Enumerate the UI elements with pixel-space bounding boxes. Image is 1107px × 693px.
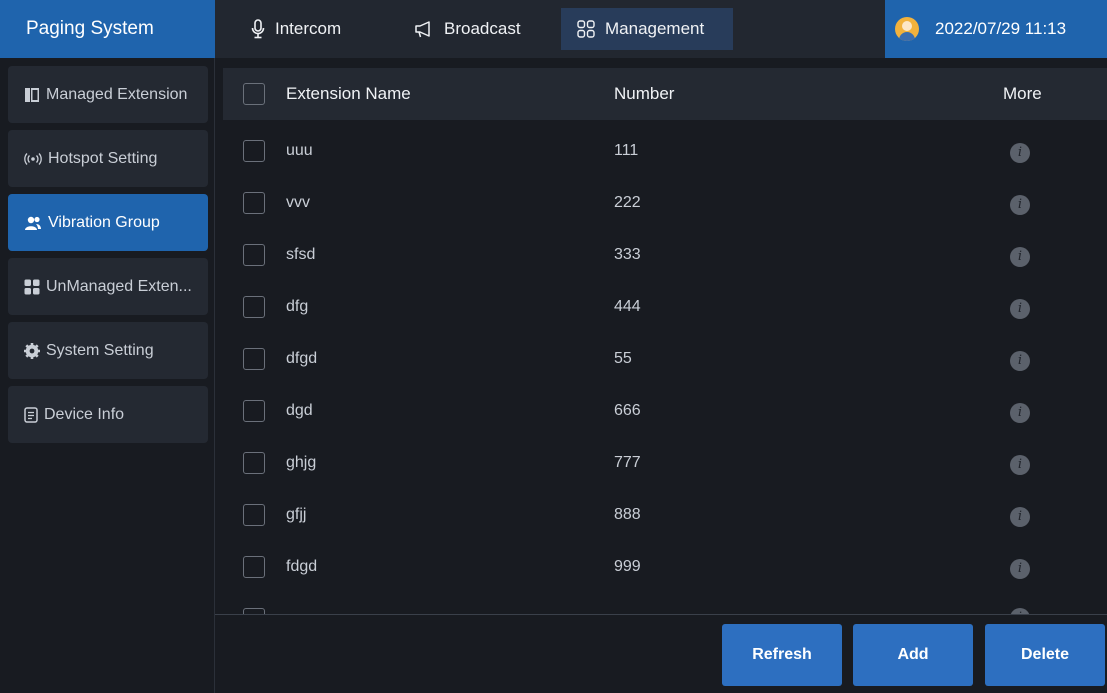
info-icon[interactable]: i (1010, 507, 1030, 527)
footer-divider (215, 614, 1107, 615)
table-header: Extension Name Number More (223, 68, 1107, 120)
refresh-button[interactable]: Refresh (722, 624, 842, 686)
sidebar-item-device-info[interactable]: Device Info (8, 386, 208, 443)
tab-management[interactable]: Management (561, 8, 733, 50)
table-row[interactable]: ghjg 777 i (223, 436, 1107, 490)
sidebar-item-label: Vibration Group (48, 213, 160, 231)
top-bar: Paging System Intercom Broadcast Managem… (0, 0, 1107, 58)
tab-intercom-label: Intercom (275, 19, 342, 38)
app-title: Paging System (0, 0, 215, 58)
column-more: More (1003, 84, 1042, 103)
gear-icon (24, 342, 40, 359)
row-checkbox[interactable] (243, 400, 265, 422)
extension-number: 888 (614, 506, 641, 523)
add-button[interactable]: Add (853, 624, 973, 686)
grid-icon (577, 20, 595, 38)
row-checkbox[interactable] (243, 296, 265, 318)
row-checkbox[interactable] (243, 192, 265, 214)
extension-number: 111 (614, 142, 639, 159)
extension-name: sfsd (286, 246, 316, 263)
microphone-icon (251, 19, 265, 39)
extension-name: uuu (286, 142, 313, 159)
table-row[interactable]: dfgd 55 i (223, 332, 1107, 386)
table-row[interactable]: dgd 666 i (223, 384, 1107, 438)
extension-number: 444 (614, 298, 641, 315)
extension-name: vvv (286, 194, 310, 211)
row-checkbox[interactable] (243, 556, 265, 578)
info-icon[interactable]: i (1010, 299, 1030, 319)
extension-number: 333 (614, 246, 641, 263)
extension-number: 666 (614, 402, 641, 419)
info-icon[interactable]: i (1010, 143, 1030, 163)
info-icon[interactable]: i (1010, 351, 1030, 371)
sidebar-item-label: Managed Extension (46, 85, 188, 103)
table-row[interactable]: gfjj 888 i (223, 488, 1107, 542)
info-icon[interactable]: i (1010, 247, 1030, 267)
avatar[interactable] (895, 17, 919, 41)
extension-number: 55 (614, 350, 632, 367)
sidebar-item-label: System Setting (46, 341, 154, 359)
row-checkbox[interactable] (243, 504, 265, 526)
sidebar-item-label: UnManaged Exten... (46, 277, 192, 295)
extension-number: 222 (614, 194, 641, 211)
extension-number: 999 (614, 558, 641, 575)
sidebar-item-label: Hotspot Setting (48, 149, 158, 167)
tab-intercom[interactable]: Intercom (235, 8, 385, 50)
book-icon (24, 87, 40, 103)
document-icon (24, 406, 38, 423)
extension-name: dgd (286, 402, 313, 419)
tab-broadcast-label: Broadcast (444, 19, 521, 38)
info-icon[interactable]: i (1010, 403, 1030, 423)
datetime: 2022/07/29 11:13 (935, 19, 1067, 38)
row-checkbox[interactable] (243, 140, 265, 162)
extension-name: gfjj (286, 506, 307, 523)
select-all-checkbox[interactable] (243, 83, 265, 105)
table-row[interactable]: vvv 222 i (223, 176, 1107, 230)
tab-broadcast[interactable]: Broadcast (398, 8, 558, 50)
info-icon[interactable]: i (1010, 195, 1030, 215)
grid-icon (24, 279, 40, 295)
sidebar-item-hotspot-setting[interactable]: Hotspot Setting (8, 130, 208, 187)
table-row[interactable]: sfsd 333 i (223, 228, 1107, 282)
sidebar-item-label: Device Info (44, 405, 125, 423)
table-row[interactable]: fdgd 999 i (223, 540, 1107, 594)
extension-list: uuu 111 i vvv 222 i sfsd 333 i dfg 444 i… (223, 120, 1107, 614)
table-row[interactable]: uuu 111 i (223, 124, 1107, 178)
extension-number: 777 (614, 454, 641, 471)
sidebar-item-system-setting[interactable]: System Setting (8, 322, 208, 379)
sidebar-item-managed-extension[interactable]: Managed Extension (8, 66, 208, 123)
table-row[interactable]: dfg 444 i (223, 280, 1107, 334)
sidebar-item-vibration-group[interactable]: Vibration Group (8, 194, 208, 251)
info-icon[interactable]: i (1010, 455, 1030, 475)
status-area: 2022/07/29 11:13 (885, 0, 1107, 58)
group-icon (24, 215, 42, 231)
row-checkbox[interactable] (243, 452, 265, 474)
extension-name: dfg (286, 298, 309, 315)
delete-button[interactable]: Delete (985, 624, 1105, 686)
sidebar-item-unmanaged-extension[interactable]: UnManaged Exten... (8, 258, 208, 315)
tab-management-label: Management (605, 19, 705, 38)
table-row-partial[interactable]: i (223, 604, 1107, 614)
row-checkbox[interactable] (243, 244, 265, 266)
info-icon[interactable]: i (1010, 559, 1030, 579)
hotspot-icon (24, 152, 42, 166)
sidebar: Managed Extension Hotspot Setting Vibrat… (0, 58, 215, 693)
column-extension-name: Extension Name (286, 84, 411, 103)
row-checkbox[interactable] (243, 348, 265, 370)
extension-name: dfgd (286, 350, 318, 367)
megaphone-icon (414, 20, 434, 38)
extension-name: fdgd (286, 558, 318, 575)
column-number: Number (614, 84, 675, 103)
extension-name: ghjg (286, 454, 317, 471)
